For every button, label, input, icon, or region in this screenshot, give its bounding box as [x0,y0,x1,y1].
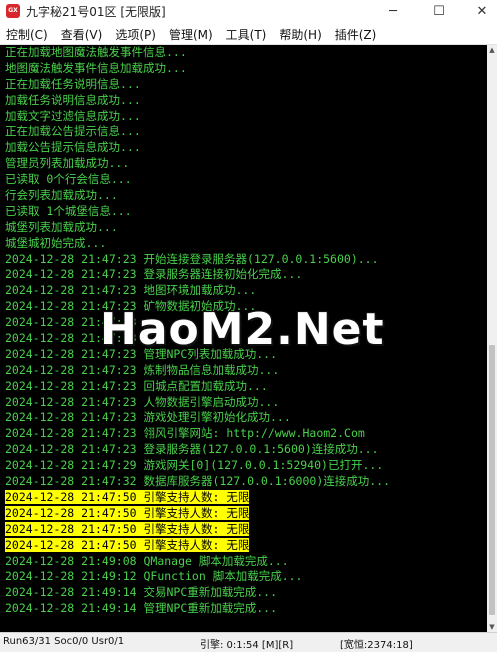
log-line-text: 2024-12-28 21:49:14 管理NPC重新加载完成... [5,601,278,616]
log-line: 2024-12-28 21:47:23 人物数据引擎启动成功... [0,395,487,411]
log-line-text: 2024-12-28 21:47:23 登录服务器连接初始化完成... [5,267,303,282]
minimize-button[interactable]: ─ [378,0,408,22]
log-line: 2024-12-28 21:47:50 引擎支持人数: 无限 [0,505,487,522]
menu-help[interactable]: 帮助(H) [273,26,328,43]
log-line: 已读取 1个城堡信息... [0,204,487,220]
menu-control[interactable]: 控制(C) [0,26,55,43]
log-line-text: 地图魔法触发事件信息加载成功... [5,60,187,75]
log-line: 2024-12-28 21:47:23 登录服务器连接初始化完成... [0,267,487,283]
log-line: 2024-12-28 21:49:12 QFunction 脚本加载完成... [0,569,487,585]
menu-plugins[interactable]: 插件(Z) [329,26,384,43]
log-line: 行会列表加载成功... [0,188,487,204]
log-line: 2024-12-28 21:47:32 数据库服务器(127.0.0.1:600… [0,474,487,490]
log-line: 2024-12-28 21:47:29 游戏网关[0](127.0.0.1:52… [0,458,487,474]
log-line: 加载公告提示信息成功... [0,140,487,156]
log-line-text: 正在加载地图魔法触发事件信息... [5,45,187,59]
log-line-text: 2024-12-28 21:47:23 炼制物品信息加载成功... [5,362,280,377]
log-line: 2024-12-28 21:47:50 引擎支持人数: 无限 [0,521,487,538]
log-line-text: 2024-12-28 21:47:50 引擎支持人数: 无限 [5,537,250,552]
watermark-logo: HaoM2.Net [100,304,385,355]
status-misc: [宽恒:2374:18] [340,640,413,651]
log-line-text: 行会列表加载成功... [5,188,118,203]
status-run-info: Run63/31 Soc0/0 Usr0/1 [3,636,125,647]
log-line: 2024-12-28 21:47:23 登录服务器(127.0.0.1:5600… [0,442,487,458]
log-line: 2024-12-28 21:47:23 地图环境加载成功... [0,283,487,299]
log-line: 正在加载任务说明信息... [0,77,487,93]
log-line: 2024-12-28 21:47:23 游戏处理引擎初始化成功... [0,410,487,426]
scroll-down-icon[interactable]: ▼ [487,622,497,632]
log-line: 城堡城初始完成... [0,236,487,252]
log-line: 正在加载地图魔法触发事件信息... [0,45,487,61]
log-line: 2024-12-28 21:47:23 开始连接登录服务器(127.0.0.1:… [0,252,487,268]
log-line: 管理员列表加载成功... [0,156,487,172]
log-line-text: 2024-12-28 21:47:50 引擎支持人数: 无限 [5,489,250,504]
log-line-text: 城堡城初始完成... [5,235,107,250]
log-line: 2024-12-28 21:47:50 引擎支持人数: 无限 [0,537,487,554]
log-line-text: 已读取 1个城堡信息... [5,203,132,218]
log-line-text: 正在加载任务说明信息... [5,76,141,91]
log-line-text: 正在加载公告提示信息... [5,124,141,139]
log-line-text: 加载文字过滤信息成功... [5,108,141,123]
scroll-up-icon[interactable]: ▲ [487,45,497,55]
log-line-text: 管理员列表加载成功... [5,156,130,171]
log-line: 2024-12-28 21:49:08 QManage 脚本加载完成... [0,554,487,570]
menu-bar: 控制(C) 查看(V) 选项(P) 管理(M) 工具(T) 帮助(H) 插件(Z… [0,24,497,45]
log-line: 2024-12-28 21:49:14 交易NPC重新加载完成... [0,585,487,601]
maximize-button[interactable]: ☐ [424,0,454,22]
status-bar: Run63/31 Soc0/0 Usr0/1 引擎: 0:1:54 [M][R]… [0,632,497,652]
log-line: 加载文字过滤信息成功... [0,109,487,125]
window-title: 九字秘21号01区 [无限版] [26,4,166,19]
log-line: 2024-12-28 21:47:23 回城点配置加载成功... [0,379,487,395]
log-line: 2024-12-28 21:47:23 翎风引擎网站: http://www.H… [0,426,487,442]
log-line-text: 已读取 0个行会信息... [5,172,132,187]
log-line-text: 2024-12-28 21:47:23 回城点配置加载成功... [5,378,268,393]
log-line-text: 加载公告提示信息成功... [5,140,141,155]
log-line-text: 2024-12-28 21:47:23 翎风引擎网站: http://www.H… [5,426,365,441]
menu-view[interactable]: 查看(V) [55,26,110,43]
menu-options[interactable]: 选项(P) [109,26,163,43]
log-line-text: 2024-12-28 21:49:14 交易NPC重新加载完成... [5,585,278,600]
log-line-text: 2024-12-28 21:47:23 地图环境加载成功... [5,283,257,298]
close-button[interactable]: ✕ [467,0,497,22]
log-line-text: 2024-12-28 21:47:50 引擎支持人数: 无限 [5,521,250,536]
log-line: 正在加载公告提示信息... [0,124,487,140]
title-bar: GX 九字秘21号01区 [无限版] ─ ☐ ✕ [0,0,497,22]
log-line: 2024-12-28 21:47:50 引擎支持人数: 无限 [0,489,487,506]
log-line-text: 2024-12-28 21:47:23 游戏处理引擎初始化成功... [5,410,291,425]
log-line-text: 2024-12-28 21:47:23 开始连接登录服务器(127.0.0.1:… [5,251,379,266]
log-line: 加载任务说明信息成功... [0,93,487,109]
log-line-text: 2024-12-28 21:47:23 人物数据引擎启动成功... [5,394,280,409]
log-line-text: 2024-12-28 21:47:50 引擎支持人数: 无限 [5,505,250,520]
log-line: 2024-12-28 21:47:23 炼制物品信息加载成功... [0,363,487,379]
log-line: 2024-12-28 21:49:14 管理NPC重新加载完成... [0,601,487,617]
log-line-text: 城堡列表加载成功... [5,219,118,234]
log-line-text: 2024-12-28 21:49:12 QFunction 脚本加载完成... [5,569,303,584]
menu-tools[interactable]: 工具(T) [220,26,274,43]
log-line: 已读取 0个行会信息... [0,172,487,188]
log-line: 城堡列表加载成功... [0,220,487,236]
vertical-scrollbar[interactable]: ▲ ▼ [487,45,497,632]
log-line: 地图魔法触发事件信息加载成功... [0,61,487,77]
log-line-text: 2024-12-28 21:49:08 QManage 脚本加载完成... [5,553,289,568]
status-engine-time: 引擎: 0:1:54 [M][R] [200,640,294,651]
log-line-text: 2024-12-28 21:47:23 登录服务器(127.0.0.1:5600… [5,442,379,457]
app-logo-icon: GX [6,4,20,18]
log-line-text: 2024-12-28 21:47:29 游戏网关[0](127.0.0.1:52… [5,458,384,473]
log-line-text: 2024-12-28 21:47:32 数据库服务器(127.0.0.1:600… [5,474,391,489]
menu-manage[interactable]: 管理(M) [163,26,220,43]
scroll-thumb[interactable] [489,345,495,615]
log-line-text: 加载任务说明信息成功... [5,92,141,107]
